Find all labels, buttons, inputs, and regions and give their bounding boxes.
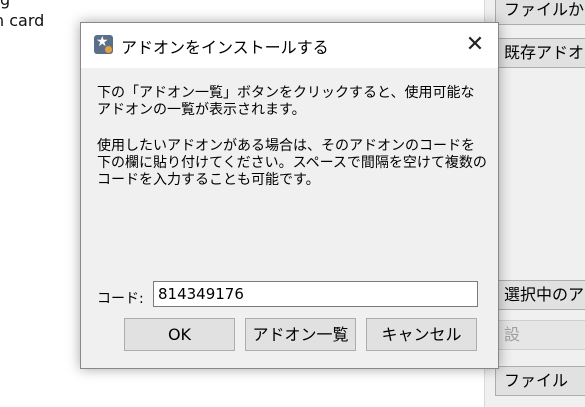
bg-button-file[interactable]: ファイル (495, 366, 585, 396)
instruction-text-2: 使用したいアドオンがある場合は、そのアドオンのコードを下の欄に貼り付けてください… (97, 138, 487, 188)
bg-button-selected[interactable]: 選択中のア (495, 280, 585, 310)
background-text-top: g (0, 0, 10, 9)
install-addon-dialog: ★ アドオンをインストールする ✕ 下の「アドオン一覧」ボタンをクリックすると、… (80, 22, 499, 369)
instruction-text-1: 下の「アドオン一覧」ボタンをクリックすると、使用可能なアドオンの一覧が表示されま… (97, 85, 475, 118)
cancel-button[interactable]: キャンセル (366, 318, 477, 351)
bg-button-settings[interactable]: 設 (495, 320, 585, 350)
dialog-title: アドオンをインストールする (121, 38, 329, 57)
dialog-titlebar: ★ アドオンをインストールする ✕ (81, 23, 498, 68)
code-label: コード: (97, 291, 144, 307)
code-input[interactable] (153, 281, 478, 307)
bg-button-existing-addons[interactable]: 既存アドオン (495, 38, 585, 68)
bg-button-from-file[interactable]: ファイルから (495, 0, 585, 25)
close-icon[interactable]: ✕ (452, 23, 498, 68)
background-right-panel: ファイルから 既存アドオン 選択中のア 設 ファイル (484, 0, 585, 407)
anki-app-icon: ★ (94, 35, 113, 54)
background-text-card: n card (0, 11, 45, 30)
addon-list-button[interactable]: アドオン一覧 (245, 318, 356, 351)
ok-button[interactable]: OK (124, 318, 235, 351)
